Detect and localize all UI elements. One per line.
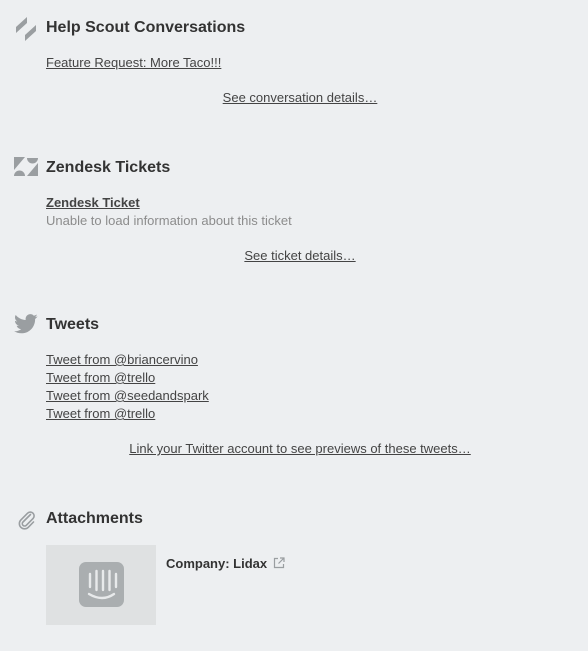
attachment-title[interactable]: Company: Lidax xyxy=(166,556,267,571)
attachment-thumbnail[interactable] xyxy=(46,545,156,625)
twitter-link-row: Link your Twitter account to see preview… xyxy=(0,440,588,458)
ticket-error-text: Unable to load information about this ti… xyxy=(46,213,292,228)
tweet-link[interactable]: Tweet from @briancervino xyxy=(46,352,198,367)
conversation-link[interactable]: Feature Request: More Taco!!! xyxy=(46,55,221,70)
paperclip-icon xyxy=(17,510,41,534)
conversation-details-row: See conversation details… xyxy=(0,89,588,107)
link-twitter-account-link[interactable]: Link your Twitter account to see preview… xyxy=(129,441,471,456)
see-ticket-details-link[interactable]: See ticket details… xyxy=(244,248,355,263)
zendesk-ticket-link[interactable]: Zendesk Ticket xyxy=(46,195,140,210)
attachments-title: Attachments xyxy=(46,510,143,527)
tweet-link[interactable]: Tweet from @trello xyxy=(46,406,155,421)
attachment-item[interactable]: Company: Lidax xyxy=(166,556,285,572)
zendesk-title: Zendesk Tickets xyxy=(46,159,171,176)
twitter-icon xyxy=(14,314,38,338)
helpscout-title: Help Scout Conversations xyxy=(46,19,246,36)
tweet-link[interactable]: Tweet from @seedandspark xyxy=(46,388,209,403)
ticket-details-row: See ticket details… xyxy=(0,247,588,265)
helpscout-icon xyxy=(14,16,38,41)
intercom-logo-icon xyxy=(79,562,124,607)
tweets-title: Tweets xyxy=(46,316,100,333)
see-conversation-details-link[interactable]: See conversation details… xyxy=(223,90,378,105)
zendesk-icon xyxy=(14,157,38,181)
external-link-icon[interactable] xyxy=(273,557,285,572)
tweet-link[interactable]: Tweet from @trello xyxy=(46,370,155,385)
